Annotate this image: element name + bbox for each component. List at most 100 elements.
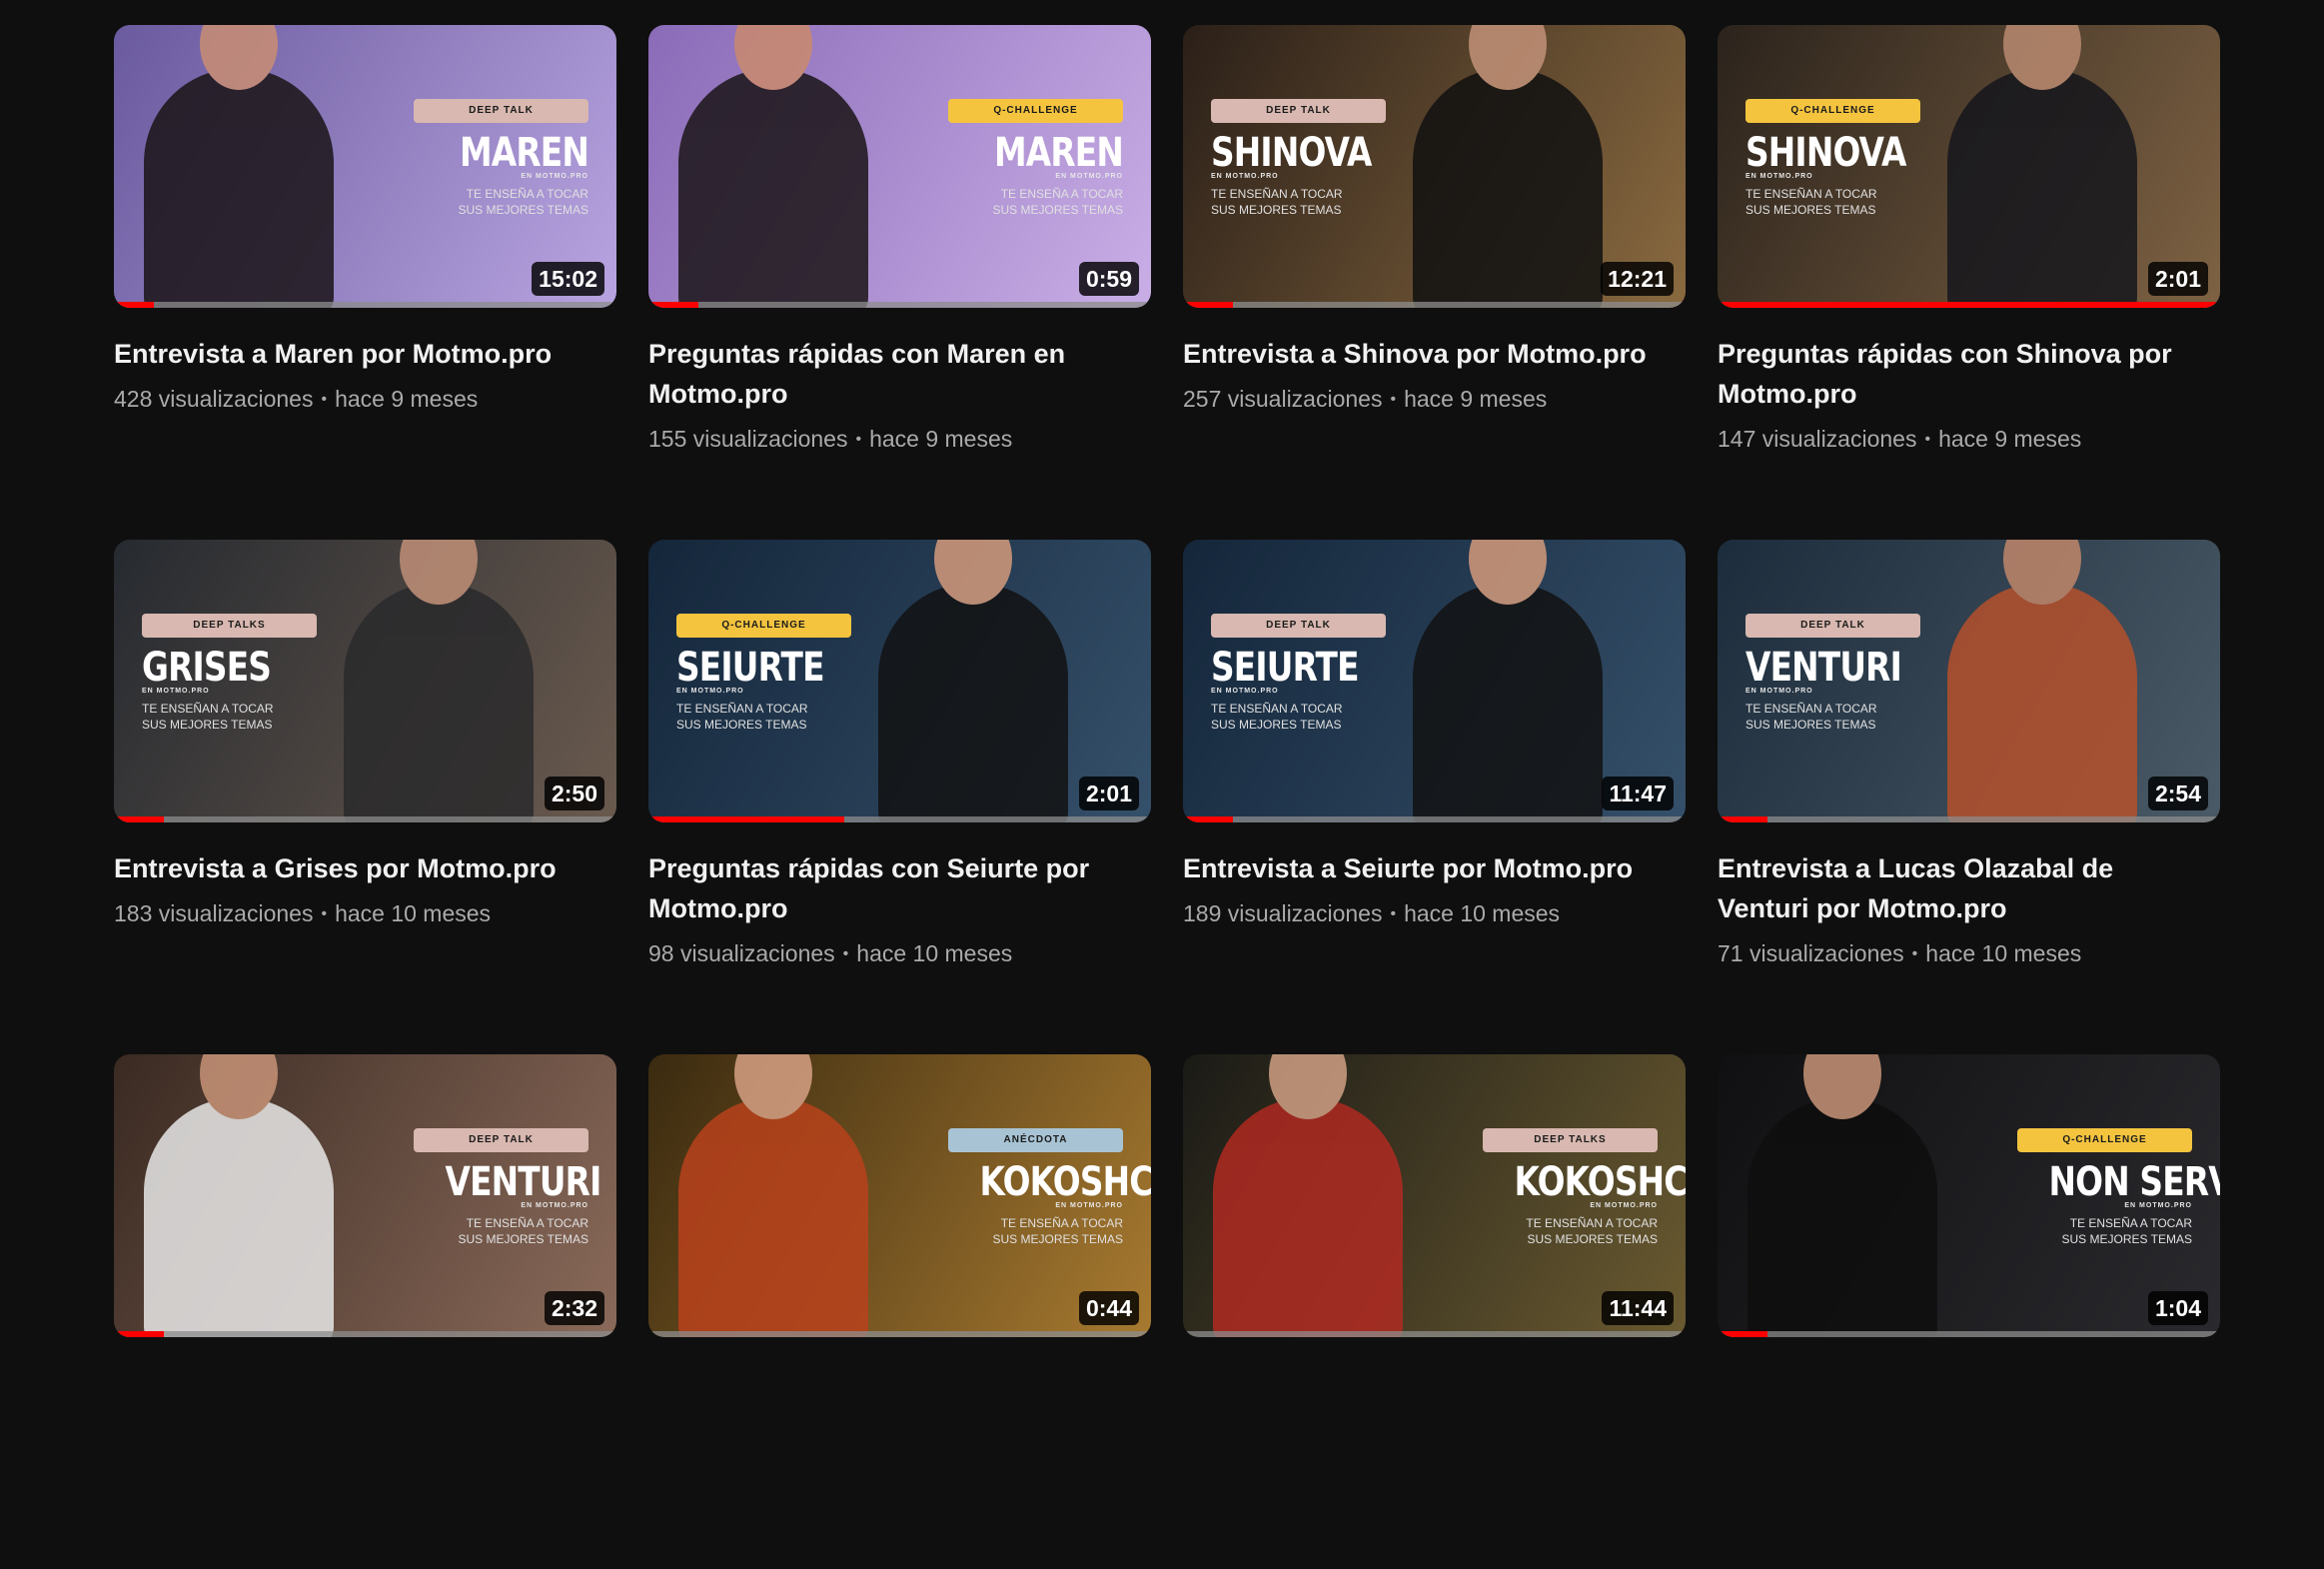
- thumbnail-person: [344, 540, 534, 822]
- thumbnail-tagline: TE ENSEÑA A TOCAR SUS MEJORES TEMAS: [992, 187, 1123, 217]
- duration-badge: 11:47: [1602, 777, 1674, 810]
- duration-badge: 1:04: [2147, 1291, 2208, 1325]
- duration-badge: 0:59: [1078, 262, 1139, 296]
- video-card[interactable]: DEEP TALKS GRISES EN MOTMO.PRO TE ENSEÑA…: [114, 540, 616, 1054]
- category-badge: Q-CHALLENGE: [2017, 1128, 2192, 1152]
- artist-name: GRISES: [142, 645, 272, 691]
- thumbnail-overlay: DEEP TALK VENTURI EN MOTMO.PRO TE ENSEÑA…: [1745, 614, 1920, 733]
- video-card[interactable]: Q-CHALLENGE MAREN EN MOTMO.PRO TE ENSEÑA…: [648, 25, 1151, 540]
- category-badge: Q-CHALLENGE: [948, 99, 1123, 123]
- artist-name: MAREN: [459, 130, 589, 176]
- thumbnail-person-head: [1469, 540, 1547, 605]
- category-badge: Q-CHALLENGE: [676, 614, 851, 638]
- video-thumbnail[interactable]: DEEP TALK MAREN EN MOTMO.PRO TE ENSEÑA A…: [114, 25, 616, 308]
- video-card[interactable]: ANÉCDOTA KOKOSHCA EN MOTMO.PRO TE ENSEÑA…: [648, 1054, 1151, 1569]
- view-count: 147 visualizaciones: [1718, 426, 1917, 452]
- video-title[interactable]: Entrevista a Shinova por Motmo.pro: [1183, 334, 1653, 374]
- video-title[interactable]: Entrevista a Seiurte por Motmo.pro: [1183, 848, 1653, 888]
- video-metadata: 257 visualizaciones • hace 9 meses: [1183, 384, 1686, 415]
- video-title[interactable]: Preguntas rápidas con Seiurte por Motmo.…: [648, 848, 1118, 928]
- view-count: 183 visualizaciones: [114, 900, 314, 926]
- video-title[interactable]: Entrevista a Maren por Motmo.pro: [114, 334, 583, 374]
- video-thumbnail[interactable]: DEEP TALKS GRISES EN MOTMO.PRO TE ENSEÑA…: [114, 540, 616, 822]
- video-metadata: 155 visualizaciones • hace 9 meses: [648, 424, 1151, 455]
- thumbnail-tagline: TE ENSEÑAN A TOCAR SUS MEJORES TEMAS: [1211, 187, 1343, 217]
- video-thumbnail[interactable]: DEEP TALK VENTURI EN MOTMO.PRO TE ENSEÑA…: [114, 1054, 616, 1337]
- thumbnail-person: [1213, 1054, 1403, 1337]
- video-thumbnail[interactable]: DEEP TALK VENTURI EN MOTMO.PRO TE ENSEÑA…: [1718, 540, 2220, 822]
- thumbnail-person: [878, 540, 1068, 822]
- thumbnail-tagline: TE ENSEÑAN A TOCAR SUS MEJORES TEMAS: [676, 702, 808, 732]
- artist-name: VENTURI: [1745, 645, 1902, 691]
- video-title[interactable]: Entrevista a Lucas Olazabal de Venturi p…: [1718, 848, 2187, 928]
- meta-separator: •: [321, 391, 328, 408]
- artist-name: MAREN: [993, 130, 1124, 176]
- view-count: 257 visualizaciones: [1183, 386, 1383, 412]
- video-card[interactable]: Q-CHALLENGE NON SERVIUM EN MOTMO.PRO TE …: [1718, 1054, 2220, 1569]
- upload-age: hace 9 meses: [335, 386, 479, 412]
- video-metadata: 71 visualizaciones • hace 10 meses: [1718, 938, 2220, 969]
- thumbnail-overlay: DEEP TALK SEIURTE EN MOTMO.PRO TE ENSEÑA…: [1211, 614, 1386, 733]
- watch-progress-bar: [1718, 302, 2220, 308]
- thumbnail-overlay: DEEP TALK MAREN EN MOTMO.PRO TE ENSEÑA A…: [414, 99, 589, 218]
- artist-name: SEIURTE: [1211, 645, 1360, 691]
- duration-badge: 12:21: [1601, 262, 1674, 296]
- upload-age: hace 10 meses: [1925, 940, 2082, 966]
- thumbnail-overlay: DEEP TALK VENTURI EN MOTMO.PRO TE ENSEÑA…: [414, 1128, 601, 1247]
- video-card[interactable]: DEEP TALK MAREN EN MOTMO.PRO TE ENSEÑA A…: [114, 25, 616, 540]
- duration-badge: 2:32: [544, 1291, 604, 1325]
- video-card[interactable]: DEEP TALKS KOKOSHCA EN MOTMO.PRO TE ENSE…: [1183, 1054, 1686, 1569]
- view-count: 189 visualizaciones: [1183, 900, 1383, 926]
- meta-separator: •: [1390, 391, 1397, 408]
- video-thumbnail[interactable]: ANÉCDOTA KOKOSHCA EN MOTMO.PRO TE ENSEÑA…: [648, 1054, 1151, 1337]
- video-card[interactable]: DEEP TALK SEIURTE EN MOTMO.PRO TE ENSEÑA…: [1183, 540, 1686, 1054]
- thumbnail-person-head: [1269, 1054, 1347, 1119]
- video-card[interactable]: Q-CHALLENGE SHINOVA EN MOTMO.PRO TE ENSE…: [1718, 25, 2220, 540]
- view-count: 428 visualizaciones: [114, 386, 314, 412]
- artist-name: SEIURTE: [676, 645, 825, 691]
- thumbnail-person-head: [734, 1054, 812, 1119]
- video-title[interactable]: Preguntas rápidas con Shinova por Motmo.…: [1718, 334, 2187, 414]
- thumbnail-person-head: [200, 1054, 278, 1119]
- watch-progress-fill: [1718, 1331, 1768, 1337]
- video-thumbnail[interactable]: DEEP TALK SEIURTE EN MOTMO.PRO TE ENSEÑA…: [1183, 540, 1686, 822]
- thumbnail-tagline: TE ENSEÑAN A TOCAR SUS MEJORES TEMAS: [1745, 187, 1877, 217]
- artist-name: SHINOVA: [1745, 130, 1906, 176]
- video-metadata: 98 visualizaciones • hace 10 meses: [648, 938, 1151, 969]
- thumbnail-overlay: Q-CHALLENGE NON SERVIUM EN MOTMO.PRO TE …: [2017, 1128, 2220, 1247]
- video-card[interactable]: Q-CHALLENGE SEIURTE EN MOTMO.PRO TE ENSE…: [648, 540, 1151, 1054]
- thumbnail-person: [1413, 540, 1603, 822]
- watch-progress-fill: [648, 816, 845, 822]
- duration-badge: 2:54: [2147, 777, 2208, 810]
- artist-name: SHINOVA: [1211, 130, 1372, 176]
- video-thumbnail[interactable]: DEEP TALK SHINOVA EN MOTMO.PRO TE ENSEÑA…: [1183, 25, 1686, 308]
- video-card[interactable]: DEEP TALK VENTURI EN MOTMO.PRO TE ENSEÑA…: [114, 1054, 616, 1569]
- artist-name: KOKOSHCA: [979, 1159, 1152, 1205]
- duration-badge: 15:02: [532, 262, 604, 296]
- meta-separator: •: [1390, 905, 1397, 922]
- category-badge: DEEP TALKS: [142, 614, 317, 638]
- video-thumbnail[interactable]: Q-CHALLENGE MAREN EN MOTMO.PRO TE ENSEÑA…: [648, 25, 1151, 308]
- video-title[interactable]: Preguntas rápidas con Maren en Motmo.pro: [648, 334, 1118, 414]
- view-count: 98 visualizaciones: [648, 940, 835, 966]
- thumbnail-tagline: TE ENSEÑA A TOCAR SUS MEJORES TEMAS: [458, 187, 588, 217]
- video-metadata: 147 visualizaciones • hace 9 meses: [1718, 424, 2220, 455]
- video-title[interactable]: Entrevista a Grises por Motmo.pro: [114, 848, 583, 888]
- duration-badge: 2:01: [2147, 262, 2208, 296]
- video-thumbnail[interactable]: Q-CHALLENGE SEIURTE EN MOTMO.PRO TE ENSE…: [648, 540, 1151, 822]
- watch-progress-bar: [114, 816, 616, 822]
- video-card[interactable]: DEEP TALK SHINOVA EN MOTMO.PRO TE ENSEÑA…: [1183, 25, 1686, 540]
- thumbnail-tagline: TE ENSEÑAN A TOCAR SUS MEJORES TEMAS: [1211, 702, 1343, 732]
- video-thumbnail[interactable]: DEEP TALKS KOKOSHCA EN MOTMO.PRO TE ENSE…: [1183, 1054, 1686, 1337]
- thumbnail-overlay: DEEP TALK SHINOVA EN MOTMO.PRO TE ENSEÑA…: [1211, 99, 1386, 218]
- video-card[interactable]: DEEP TALK VENTURI EN MOTMO.PRO TE ENSEÑA…: [1718, 540, 2220, 1054]
- thumbnail-tagline: TE ENSEÑAN A TOCAR SUS MEJORES TEMAS: [1526, 1216, 1658, 1246]
- video-thumbnail[interactable]: Q-CHALLENGE NON SERVIUM EN MOTMO.PRO TE …: [1718, 1054, 2220, 1337]
- video-thumbnail[interactable]: Q-CHALLENGE SHINOVA EN MOTMO.PRO TE ENSE…: [1718, 25, 2220, 308]
- watch-progress-bar: [1183, 302, 1686, 308]
- meta-separator: •: [321, 905, 328, 922]
- meta-separator: •: [842, 945, 849, 962]
- watch-progress-bar: [114, 1331, 616, 1337]
- duration-badge: 2:01: [1078, 777, 1139, 810]
- thumbnail-overlay: DEEP TALKS GRISES EN MOTMO.PRO TE ENSEÑA…: [142, 614, 317, 733]
